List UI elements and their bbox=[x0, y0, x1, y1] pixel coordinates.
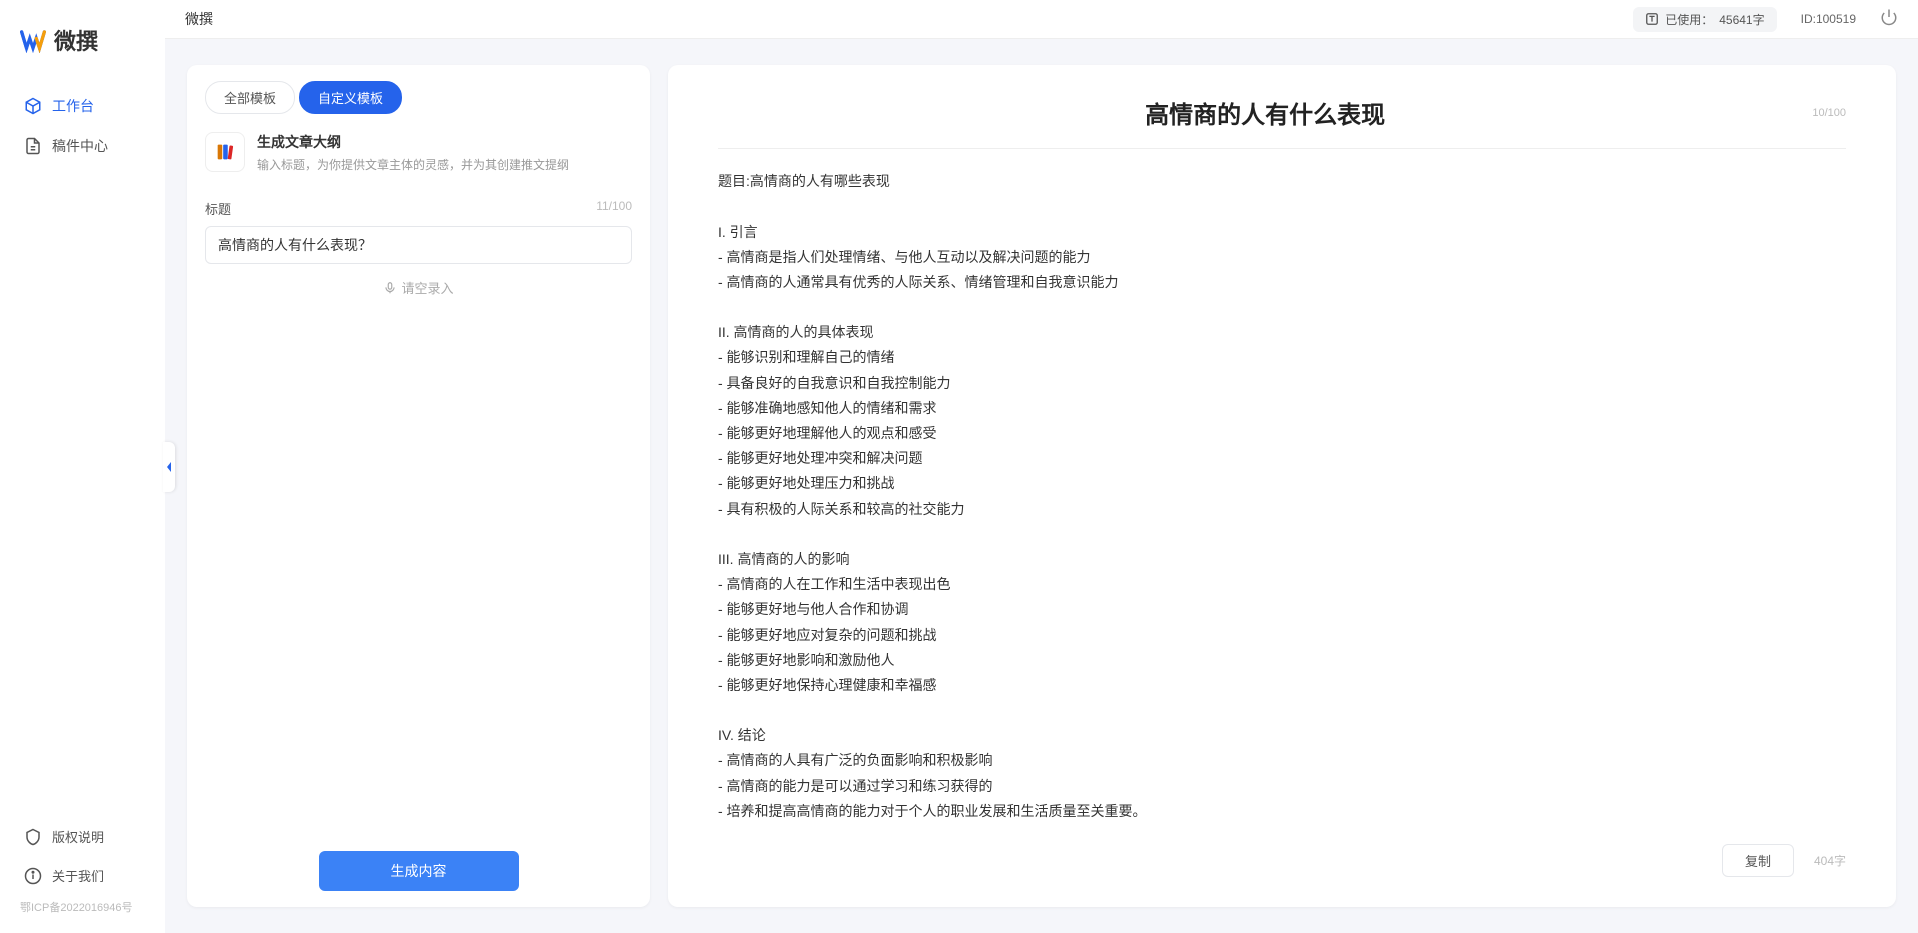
sidebar-item-drafts[interactable]: 稿件中心 bbox=[0, 126, 165, 166]
document-title[interactable]: 高情商的人有什么表现 bbox=[718, 95, 1812, 130]
main: 微撰 已使用： 45641字 ID:100519 全部模板 自定义模板 bbox=[165, 0, 1918, 933]
template-tabs: 全部模板 自定义模板 bbox=[205, 81, 632, 114]
microphone-icon bbox=[383, 281, 397, 295]
title-input[interactable] bbox=[205, 226, 632, 264]
title-field-label: 标题 bbox=[205, 199, 231, 218]
content-area: 全部模板 自定义模板 生成文章大纲 输入标题，为你提供文章主体的灵感，并为其创建… bbox=[165, 39, 1918, 933]
text-icon bbox=[1645, 12, 1659, 26]
sidebar-item-label: 稿件中心 bbox=[52, 136, 108, 156]
cube-icon bbox=[24, 97, 42, 115]
usage-value: 45641字 bbox=[1719, 11, 1764, 28]
document-title-counter: 10/100 bbox=[1812, 107, 1846, 119]
right-panel: 高情商的人有什么表现 10/100 题目:高情商的人有哪些表现 I. 引言 - … bbox=[668, 65, 1896, 907]
voice-label: 请空录入 bbox=[401, 278, 453, 297]
nav-footer: 版权说明 关于我们 鄂ICP备2022016946号 bbox=[0, 817, 165, 933]
topbar: 微撰 已使用： 45641字 ID:100519 bbox=[165, 0, 1918, 39]
sidebar-item-workspace[interactable]: 工作台 bbox=[0, 86, 165, 126]
sidebar-collapse-handle[interactable] bbox=[163, 442, 175, 492]
left-panel: 全部模板 自定义模板 生成文章大纲 输入标题，为你提供文章主体的灵感，并为其创建… bbox=[187, 65, 650, 907]
document-icon bbox=[24, 137, 42, 155]
sidebar-item-label: 关于我们 bbox=[52, 866, 104, 885]
nav-main: 工作台 稿件中心 bbox=[0, 86, 165, 817]
logo-text: 微撰 bbox=[54, 24, 98, 56]
shield-icon bbox=[24, 828, 42, 846]
user-id: ID:100519 bbox=[1801, 12, 1856, 26]
word-count: 404字 bbox=[1814, 852, 1846, 869]
tab-all-templates[interactable]: 全部模板 bbox=[205, 81, 295, 114]
usage-badge[interactable]: 已使用： 45641字 bbox=[1633, 7, 1776, 32]
copy-button[interactable]: 复制 bbox=[1722, 844, 1794, 877]
document-body[interactable]: 题目:高情商的人有哪些表现 I. 引言 - 高情商是指人们处理情绪、与他人互动以… bbox=[718, 169, 1846, 824]
logo[interactable]: 微撰 bbox=[0, 0, 165, 86]
template-card: 生成文章大纲 输入标题，为你提供文章主体的灵感，并为其创建推文提纲 bbox=[205, 132, 632, 173]
sidebar-item-label: 工作台 bbox=[52, 96, 94, 116]
sidebar-item-label: 版权说明 bbox=[52, 827, 104, 846]
title-field-counter: 11/100 bbox=[596, 199, 632, 218]
template-icon bbox=[205, 132, 245, 172]
sidebar: 微撰 工作台 稿件中心 版权说明 关于我们 鄂ICP备2022016946号 bbox=[0, 0, 165, 933]
sidebar-item-copyright[interactable]: 版权说明 bbox=[0, 817, 165, 856]
sidebar-item-about[interactable]: 关于我们 bbox=[0, 856, 165, 895]
logo-icon bbox=[20, 27, 46, 53]
info-icon bbox=[24, 867, 42, 885]
template-name: 生成文章大纲 bbox=[257, 132, 632, 152]
voice-input-button[interactable]: 请空录入 bbox=[205, 278, 632, 297]
topbar-title: 微撰 bbox=[185, 9, 213, 29]
icp-text: 鄂ICP备2022016946号 bbox=[0, 895, 165, 925]
tab-custom-templates[interactable]: 自定义模板 bbox=[299, 81, 402, 114]
power-button[interactable] bbox=[1880, 8, 1898, 31]
power-icon bbox=[1880, 8, 1898, 26]
generate-button[interactable]: 生成内容 bbox=[319, 851, 519, 891]
books-icon bbox=[214, 141, 236, 163]
template-desc: 输入标题，为你提供文章主体的灵感，并为其创建推文提纲 bbox=[257, 156, 632, 173]
usage-prefix: 已使用： bbox=[1665, 11, 1713, 28]
chevron-left-icon bbox=[165, 461, 173, 473]
